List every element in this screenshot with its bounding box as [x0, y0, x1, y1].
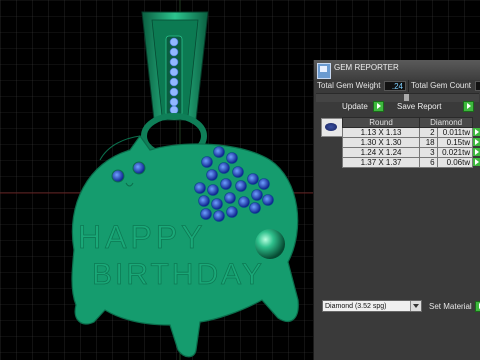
update-button[interactable]: Update	[342, 102, 368, 114]
row-select-arrow-icon[interactable]	[472, 137, 480, 148]
gem-count: 2	[419, 127, 438, 138]
col-diamond: Diamond	[419, 117, 474, 128]
material-select-value: Diamond (3.52 spg)	[325, 303, 387, 310]
gem-weight: 0.15tw	[436, 137, 474, 148]
button-row: Update Save Report	[314, 100, 480, 113]
gem-reporter-icon	[317, 63, 331, 79]
model-text-birthday: BIRTHDAY	[92, 258, 265, 291]
table-row[interactable]: 1.30 X 1.30 18 0.15tw	[341, 137, 480, 148]
totals-separator	[408, 80, 409, 92]
gem-size: 1.30 X 1.30	[341, 137, 421, 148]
row-select-arrow-icon[interactable]	[472, 157, 480, 168]
total-weight-value[interactable]: .24	[384, 81, 406, 91]
gem-table: Round Diamond 1.13 X 1.13 2 0.011tw 1.30…	[341, 117, 480, 168]
gem-weight: 0.021tw	[436, 147, 474, 158]
gem-size: 1.13 X 1.13	[341, 127, 421, 138]
save-report-arrow-icon[interactable]	[463, 101, 474, 112]
material-select[interactable]: Diamond (3.52 spg)	[322, 300, 422, 312]
panel-title: GEM REPORTER	[334, 63, 399, 72]
update-arrow-icon[interactable]	[373, 101, 384, 112]
gem-reporter-panel: GEM REPORTER Total Gem Weight .24 Total …	[313, 60, 480, 360]
row-select-arrow-icon[interactable]	[472, 127, 480, 138]
totals-row: Total Gem Weight .24 Total Gem Count	[314, 80, 480, 92]
total-count-value[interactable]	[475, 81, 480, 91]
gem-weight: 0.06tw	[436, 157, 474, 168]
model-text-happy: HAPPY	[78, 219, 206, 255]
table-row[interactable]: 1.37 X 1.37 6 0.06tw	[341, 157, 480, 168]
table-row[interactable]: 1.13 X 1.13 2 0.011tw	[341, 127, 480, 138]
gem-count: 6	[419, 157, 438, 168]
table-row[interactable]: 1.24 X 1.24 3 0.021tw	[341, 147, 480, 158]
gem-size: 1.37 X 1.37	[341, 157, 421, 168]
round-diamond-thumbnail-icon	[321, 118, 343, 137]
row-select-arrow-icon[interactable]	[472, 147, 480, 158]
total-weight-label: Total Gem Weight	[317, 81, 381, 90]
panel-titlebar[interactable]: GEM REPORTER	[314, 60, 480, 81]
gem-count: 18	[419, 137, 438, 148]
set-material-button[interactable]: Set Material	[429, 302, 472, 311]
gem-count: 3	[419, 147, 438, 158]
col-round: Round	[341, 117, 421, 128]
total-count-label: Total Gem Count	[411, 81, 472, 90]
gem-size: 1.24 X 1.24	[341, 147, 421, 158]
save-report-button[interactable]: Save Report	[397, 102, 441, 114]
chevron-down-icon[interactable]	[410, 301, 421, 311]
gem-weight: 0.011tw	[436, 127, 474, 138]
set-material-arrow-icon[interactable]	[475, 301, 480, 312]
